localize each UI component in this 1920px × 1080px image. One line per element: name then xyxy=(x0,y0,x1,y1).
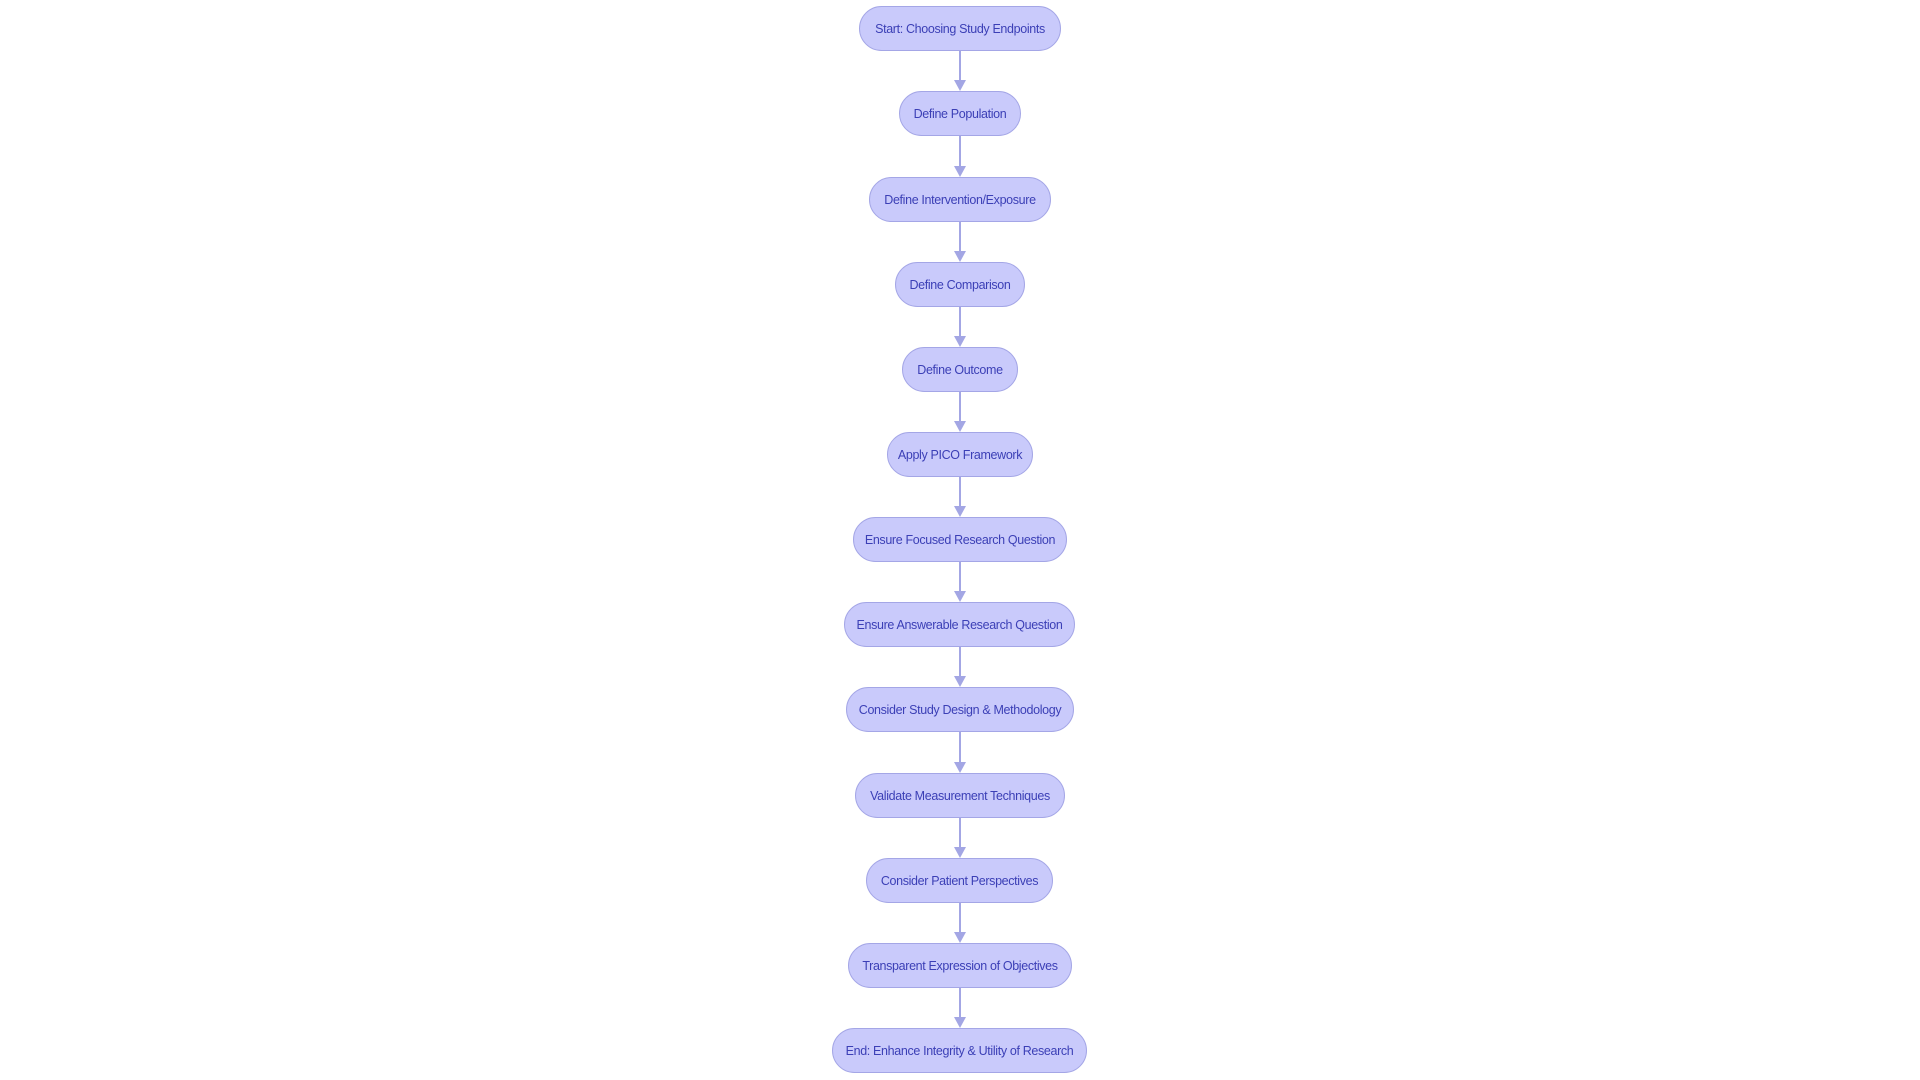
node-patient-perspectives[interactable]: Consider Patient Perspectives xyxy=(866,858,1053,903)
arrowhead-icon xyxy=(954,166,966,177)
node-answerable-question[interactable]: Ensure Answerable Research Question xyxy=(844,602,1075,647)
node-apply-pico[interactable]: Apply PICO Framework xyxy=(887,432,1033,477)
edge-answerable-to-design xyxy=(959,647,961,677)
arrowhead-icon xyxy=(954,80,966,91)
arrowhead-icon xyxy=(954,762,966,773)
edge-outcome-to-pico xyxy=(959,392,961,422)
edge-validate-to-patient xyxy=(959,818,961,848)
node-transparent-objectives[interactable]: Transparent Expression of Objectives xyxy=(848,943,1072,988)
arrowhead-icon xyxy=(954,421,966,432)
arrowhead-icon xyxy=(954,336,966,347)
arrowhead-icon xyxy=(954,506,966,517)
arrowhead-icon xyxy=(954,1017,966,1028)
edge-focused-to-answerable xyxy=(959,562,961,592)
edge-comparison-to-outcome xyxy=(959,307,961,337)
node-end[interactable]: End: Enhance Integrity & Utility of Rese… xyxy=(832,1028,1087,1073)
node-focused-question[interactable]: Ensure Focused Research Question xyxy=(853,517,1067,562)
edge-intervention-to-comparison xyxy=(959,222,961,252)
node-start[interactable]: Start: Choosing Study Endpoints xyxy=(859,6,1061,51)
node-study-design[interactable]: Consider Study Design & Methodology xyxy=(846,687,1074,732)
arrowhead-icon xyxy=(954,251,966,262)
node-define-comparison[interactable]: Define Comparison xyxy=(895,262,1025,307)
node-validate-measurement[interactable]: Validate Measurement Techniques xyxy=(855,773,1065,818)
edge-patient-to-objectives xyxy=(959,903,961,933)
arrowhead-icon xyxy=(954,591,966,602)
edge-pico-to-focused xyxy=(959,477,961,507)
arrowhead-icon xyxy=(954,932,966,943)
edge-start-to-population xyxy=(959,51,961,81)
arrowhead-icon xyxy=(954,676,966,687)
arrowhead-icon xyxy=(954,847,966,858)
flowchart: Start: Choosing Study Endpoints Define P… xyxy=(0,0,1920,1080)
edge-design-to-validate xyxy=(959,732,961,763)
edge-population-to-intervention xyxy=(959,136,961,167)
node-define-population[interactable]: Define Population xyxy=(899,91,1021,136)
node-define-outcome[interactable]: Define Outcome xyxy=(902,347,1018,392)
edge-objectives-to-end xyxy=(959,988,961,1018)
node-define-intervention[interactable]: Define Intervention/Exposure xyxy=(869,177,1051,222)
